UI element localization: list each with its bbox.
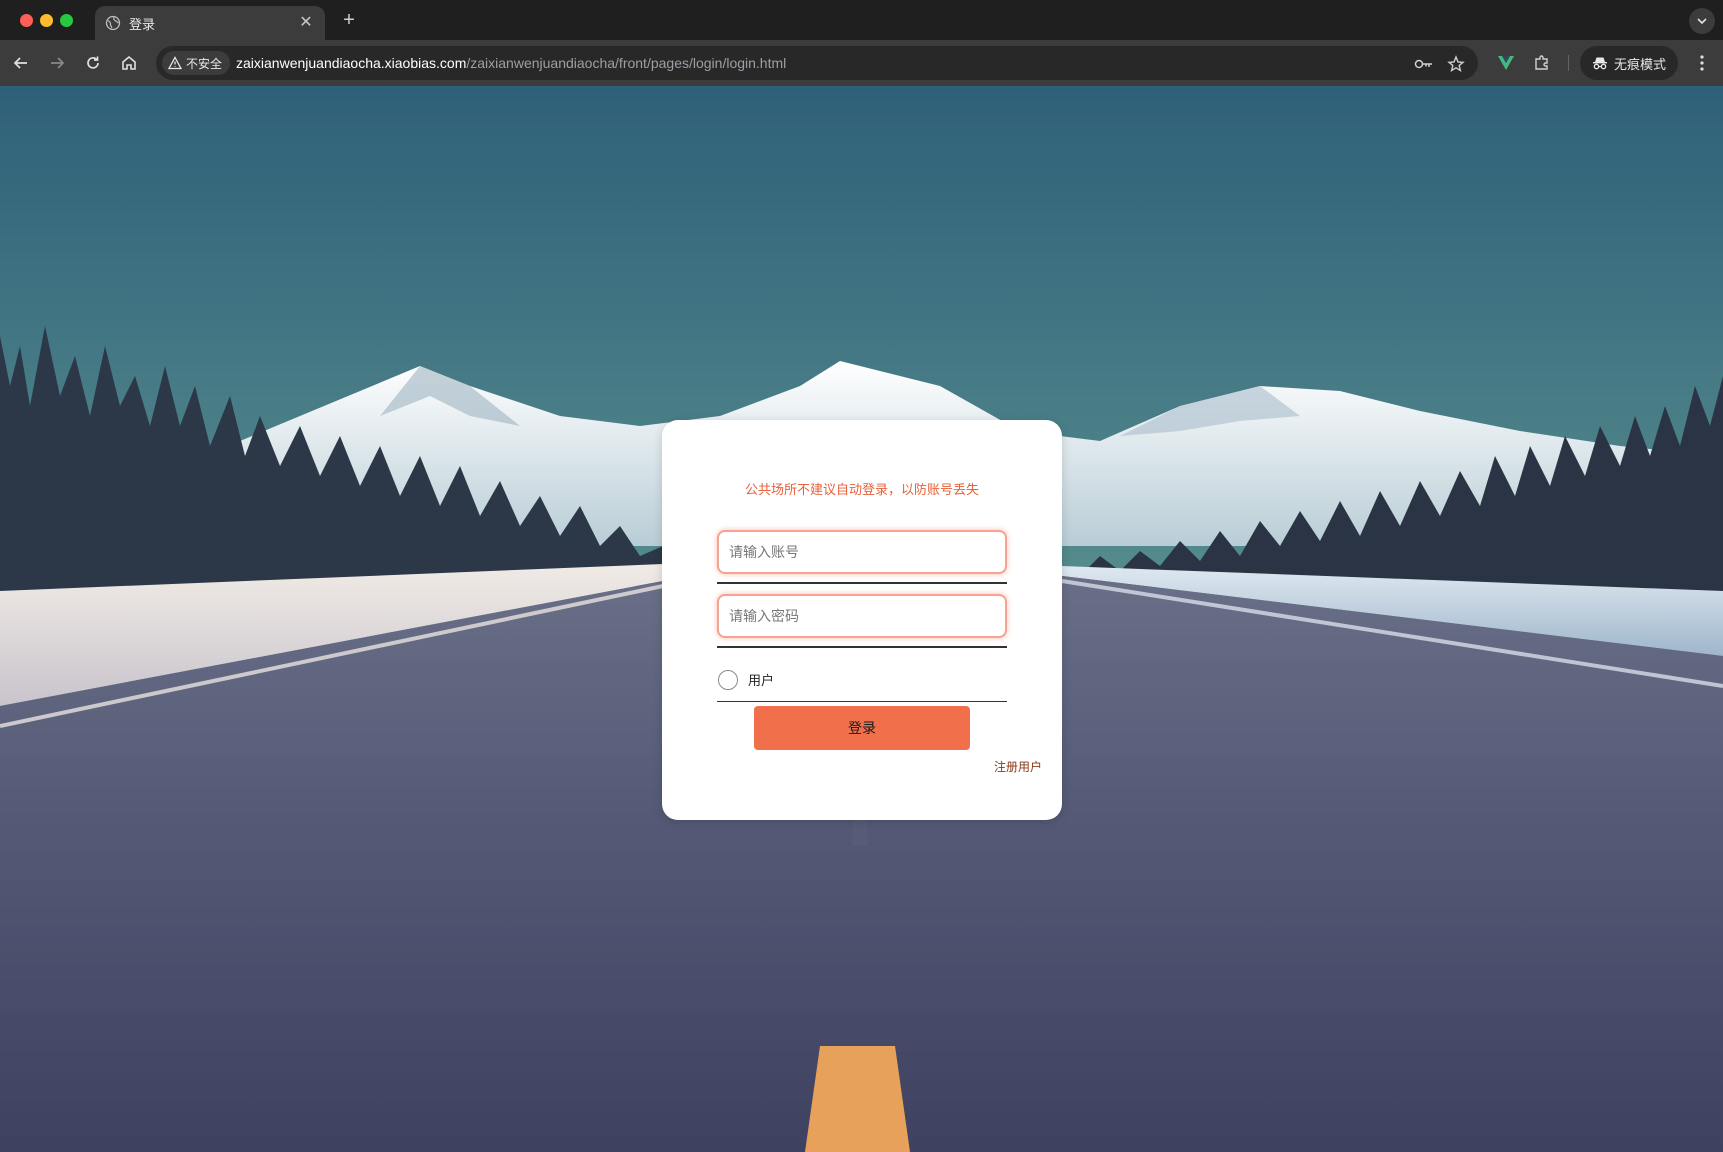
incognito-indicator[interactable]: 无痕模式	[1580, 46, 1678, 80]
reload-button[interactable]	[81, 51, 105, 75]
account-field-wrapper	[717, 530, 1007, 584]
tab-bar: 登录 ✕ +	[0, 0, 1723, 40]
login-notice: 公共场所不建议自动登录，以防账号丢失	[744, 482, 979, 497]
account-input[interactable]	[717, 530, 1007, 574]
arrow-right-icon	[51, 57, 65, 69]
reload-icon	[87, 56, 99, 69]
url-host: zaixianwenjuandiaocha.xiaobias.com	[236, 55, 467, 71]
home-icon	[122, 55, 136, 70]
tab-title: 登录	[129, 16, 156, 32]
new-tab-button[interactable]: +	[338, 9, 360, 31]
url-path: /zaixianwenjuandiaocha/front/pages/login…	[466, 55, 787, 71]
globe-icon	[105, 15, 121, 31]
password-field-wrapper	[717, 594, 1007, 648]
password-input[interactable]	[717, 594, 1007, 638]
bookmark-star-icon[interactable]	[1446, 54, 1466, 74]
fullscreen-window-button[interactable]	[60, 14, 73, 27]
security-label: 不安全	[186, 56, 223, 71]
incognito-label: 无痕模式	[1614, 56, 1667, 72]
browser-tab[interactable]: 登录 ✕	[95, 6, 325, 40]
home-button[interactable]	[117, 51, 141, 75]
security-chip[interactable]: 不安全	[162, 51, 231, 75]
extensions-puzzle-icon[interactable]	[1530, 51, 1554, 75]
tab-search-button[interactable]	[1689, 8, 1715, 34]
password-key-icon[interactable]	[1414, 54, 1434, 74]
address-bar[interactable]: 不安全 zaixianwenjuandiaocha.xiaobias.com/z…	[156, 46, 1478, 80]
minimize-window-button[interactable]	[40, 14, 53, 27]
register-link[interactable]: 注册用户	[994, 758, 1042, 775]
toolbar-separator	[1568, 55, 1569, 71]
browser-toolbar: 不安全 zaixianwenjuandiaocha.xiaobias.com/z…	[0, 40, 1723, 86]
browser-menu-button[interactable]	[1690, 51, 1714, 75]
chevron-down-icon	[1697, 18, 1707, 25]
back-button[interactable]	[9, 51, 33, 75]
incognito-icon	[1593, 57, 1607, 70]
page-viewport: 公共场所不建议自动登录，以防账号丢失 用户 登录 注册用户	[0, 86, 1723, 1152]
forward-button[interactable]	[45, 51, 69, 75]
close-window-button[interactable]	[20, 14, 33, 27]
login-button[interactable]: 登录	[754, 706, 970, 750]
url-text[interactable]: zaixianwenjuandiaocha.xiaobias.com/zaixi…	[236, 55, 786, 71]
arrow-left-icon	[13, 57, 27, 69]
role-label-user[interactable]: 用户	[748, 670, 774, 689]
warning-icon	[168, 56, 182, 70]
vue-devtools-icon[interactable]	[1494, 51, 1518, 75]
role-radio-user[interactable]	[718, 669, 738, 690]
more-vertical-icon	[1700, 55, 1704, 71]
role-selector: 用户	[717, 658, 1007, 702]
tab-close-icon[interactable]: ✕	[297, 15, 315, 31]
login-card: 公共场所不建议自动登录，以防账号丢失 用户 登录 注册用户	[662, 420, 1062, 820]
